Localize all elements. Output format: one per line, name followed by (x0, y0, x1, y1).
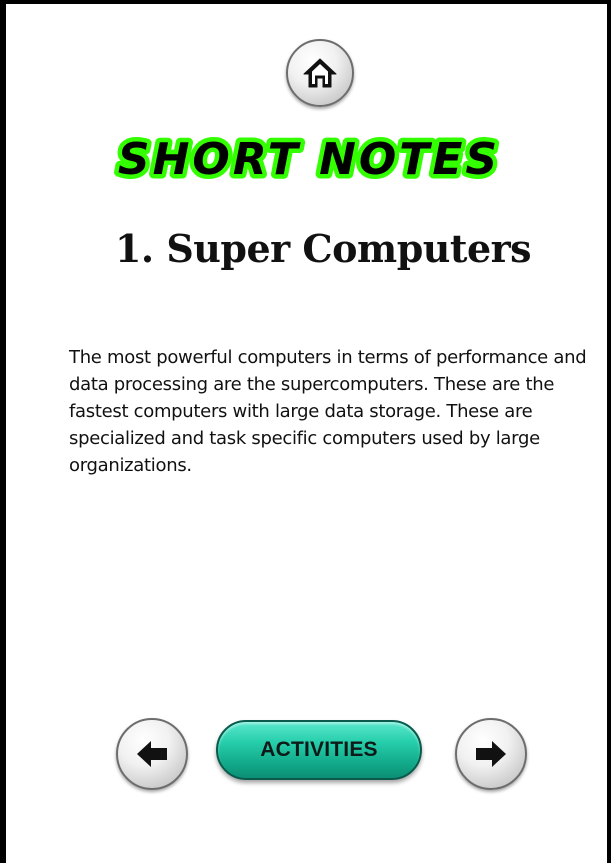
page-heading: 1. Super Computers (114, 226, 532, 271)
home-button[interactable] (286, 39, 354, 107)
arrow-left-icon (137, 741, 167, 767)
previous-button[interactable] (116, 718, 188, 790)
activities-button[interactable]: ACTIVITIES (216, 720, 422, 780)
page-frame: SHORT NOTES 1. Super Computers The most … (0, 0, 611, 863)
arrow-right-icon (476, 741, 506, 767)
next-button[interactable] (455, 718, 527, 790)
short-notes-banner: SHORT NOTES (6, 122, 611, 192)
short-notes-title: SHORT NOTES (118, 134, 500, 185)
activities-label: ACTIVITIES (260, 738, 378, 761)
notes-paragraph: The most powerful computers in terms of … (69, 347, 587, 476)
home-icon (303, 58, 337, 88)
